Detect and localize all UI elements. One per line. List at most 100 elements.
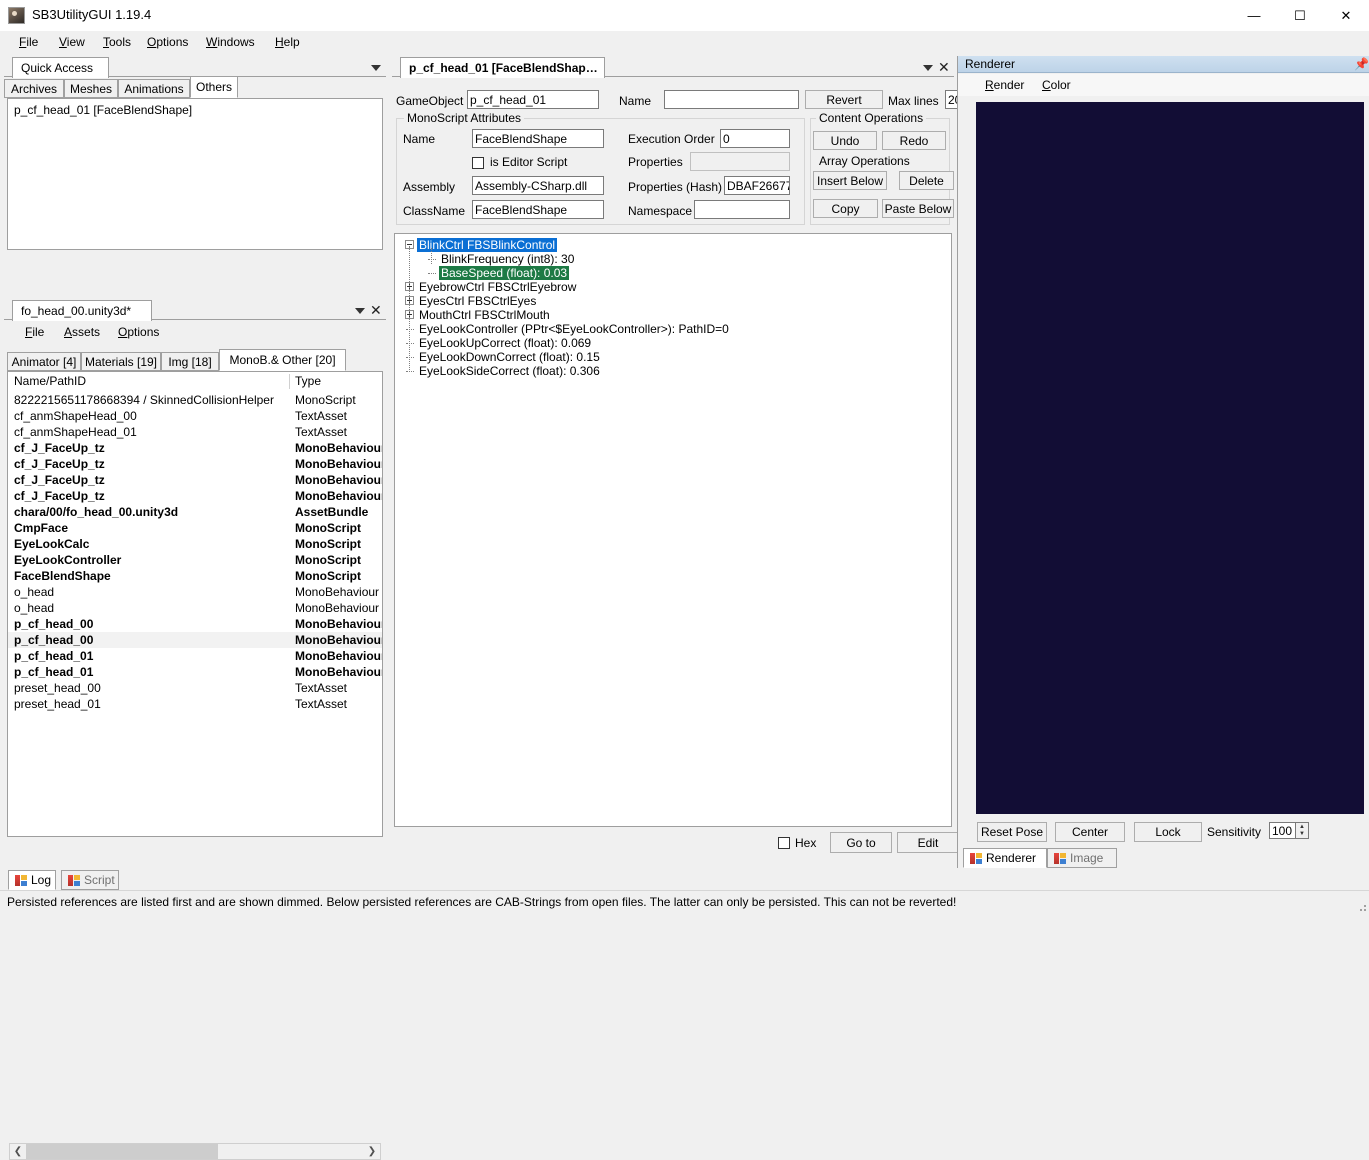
- pin-icon[interactable]: 📌: [1354, 57, 1369, 71]
- table-row[interactable]: p_cf_head_00 MonoBehaviour: [8, 616, 382, 632]
- menu-windows[interactable]: Windows: [197, 31, 264, 53]
- redo-button[interactable]: Redo: [882, 131, 946, 150]
- tree-node[interactable]: EyesCtrl FBSCtrlEyes: [395, 294, 951, 308]
- tab-meshes[interactable]: Meshes: [64, 79, 118, 98]
- undo-button[interactable]: Undo: [813, 131, 877, 150]
- table-row[interactable]: cf_J_FaceUp_tz MonoBehaviour: [8, 456, 382, 472]
- chevron-left-icon[interactable]: ❮: [10, 1144, 26, 1159]
- file-menu-options[interactable]: Options: [109, 321, 168, 343]
- tree-node[interactable]: EyeLookDownCorrect (float): 0.15: [395, 350, 951, 364]
- table-row[interactable]: cf_anmShapeHead_00 TextAsset: [8, 408, 382, 424]
- table-row[interactable]: preset_head_00 TextAsset: [8, 680, 382, 696]
- insert-below-button[interactable]: Insert Below: [813, 171, 887, 190]
- stepper-up-icon[interactable]: ▲: [1296, 823, 1308, 831]
- execution-order-field[interactable]: 0: [720, 129, 790, 148]
- table-row[interactable]: 8222215651178668394 / SkinnedCollisionHe…: [8, 392, 382, 408]
- lock-button[interactable]: Lock: [1134, 822, 1202, 842]
- tree-node[interactable]: BaseSpeed (float): 0.03: [395, 266, 951, 280]
- table-row[interactable]: o_head MonoBehaviour [8: [8, 584, 382, 600]
- quick-access-list[interactable]: p_cf_head_01 [FaceBlendShape]: [7, 98, 383, 250]
- close-icon[interactable]: ✕: [938, 60, 950, 74]
- menu-tools[interactable]: Tools: [94, 31, 140, 53]
- quick-access-tab[interactable]: Quick Access: [12, 57, 109, 78]
- namespace-field[interactable]: [694, 200, 790, 219]
- menu-options[interactable]: Options: [138, 31, 197, 53]
- renderer-viewport[interactable]: [976, 102, 1364, 814]
- table-row[interactable]: chara/00/fo_head_00.unity3d AssetBundle: [8, 504, 382, 520]
- table-row[interactable]: EyeLookController MonoScript: [8, 552, 382, 568]
- tree-node[interactable]: EyeLookSideCorrect (float): 0.306: [395, 364, 951, 378]
- tree-node[interactable]: MouthCtrl FBSCtrlMouth: [395, 308, 951, 322]
- minimize-button[interactable]: —: [1231, 0, 1277, 31]
- attr-classname-field[interactable]: FaceBlendShape: [472, 200, 604, 219]
- chevron-down-icon[interactable]: [371, 65, 381, 71]
- table-row[interactable]: EyeLookCalc MonoScript: [8, 536, 382, 552]
- tree-node[interactable]: BlinkCtrl FBSBlinkControl: [395, 238, 951, 252]
- renderer-menu-color[interactable]: Color: [1033, 74, 1080, 96]
- table-row[interactable]: cf_J_FaceUp_tz MonoBehaviour: [8, 440, 382, 456]
- attr-assembly-field[interactable]: Assembly-CSharp.dll: [472, 176, 604, 195]
- property-tree[interactable]: BlinkCtrl FBSBlinkControl BlinkFrequency …: [394, 233, 952, 827]
- tab-animations[interactable]: Animations: [118, 79, 190, 98]
- tab-others[interactable]: Others: [190, 76, 238, 98]
- editor-tab[interactable]: p_cf_head_01 [FaceBlendShap…: [400, 57, 605, 78]
- table-row[interactable]: cf_anmShapeHead_01 TextAsset: [8, 424, 382, 440]
- tab-renderer[interactable]: Renderer: [963, 848, 1047, 868]
- tab-animator[interactable]: Animator [4]: [7, 352, 81, 371]
- menu-help[interactable]: Help: [266, 31, 309, 53]
- menu-file[interactable]: File: [10, 31, 47, 53]
- attr-name-field[interactable]: FaceBlendShape: [472, 129, 604, 148]
- paste-below-button[interactable]: Paste Below: [882, 199, 954, 218]
- table-row[interactable]: cf_J_FaceUp_tz MonoBehaviour: [8, 488, 382, 504]
- delete-button[interactable]: Delete: [899, 171, 954, 190]
- chevron-right-icon[interactable]: ❯: [364, 1144, 380, 1159]
- tab-log[interactable]: Log: [8, 870, 56, 890]
- tree-node[interactable]: EyeLookUpCorrect (float): 0.069: [395, 336, 951, 350]
- scrollbar-thumb[interactable]: [26, 1144, 218, 1159]
- tab-img[interactable]: Img [18]: [161, 352, 219, 371]
- tree-node[interactable]: BlinkFrequency (int8): 30: [395, 252, 951, 266]
- column-separator[interactable]: [289, 374, 290, 389]
- stepper-down-icon[interactable]: ▼: [1296, 831, 1308, 839]
- goto-button[interactable]: Go to: [830, 832, 892, 853]
- table-row[interactable]: FaceBlendShape MonoScript: [8, 568, 382, 584]
- sensitivity-field[interactable]: 100: [1269, 822, 1296, 839]
- table-row[interactable]: CmpFace MonoScript: [8, 520, 382, 536]
- file-menu-assets[interactable]: Assets: [55, 321, 109, 343]
- resize-grip[interactable]: [1356, 901, 1366, 911]
- horizontal-scrollbar[interactable]: ❮ ❯: [9, 1143, 381, 1160]
- tree-node[interactable]: EyebrowCtrl FBSCtrlEyebrow: [395, 280, 951, 294]
- table-row[interactable]: o_head MonoBehaviour [8: [8, 600, 382, 616]
- file-panel-tab[interactable]: fo_head_00.unity3d*: [12, 300, 152, 321]
- sensitivity-stepper[interactable]: ▲ ▼: [1296, 822, 1309, 839]
- name-field[interactable]: [664, 90, 799, 109]
- table-row[interactable]: p_cf_head_01 MonoBehaviour: [8, 664, 382, 680]
- tab-image[interactable]: Image: [1047, 848, 1117, 868]
- renderer-menu-render[interactable]: Render: [976, 74, 1033, 96]
- table-row[interactable]: cf_J_FaceUp_tz MonoBehaviour: [8, 472, 382, 488]
- chevron-down-icon[interactable]: [355, 308, 365, 314]
- asset-list[interactable]: Name/PathID Type 8222215651178668394 / S…: [7, 371, 383, 837]
- edit-button[interactable]: Edit: [897, 832, 959, 853]
- revert-button[interactable]: Revert: [805, 90, 883, 109]
- table-row[interactable]: p_cf_head_00 MonoBehaviour: [8, 632, 382, 648]
- copy-button[interactable]: Copy: [813, 199, 878, 218]
- close-button[interactable]: ✕: [1323, 0, 1369, 31]
- close-icon[interactable]: ✕: [370, 303, 382, 317]
- tab-monob-other[interactable]: MonoB.& Other [20]: [219, 349, 346, 371]
- reset-pose-button[interactable]: Reset Pose: [977, 822, 1047, 842]
- file-menu-file[interactable]: File: [16, 321, 53, 343]
- tab-script[interactable]: Script: [61, 870, 119, 890]
- gameobject-field[interactable]: p_cf_head_01: [467, 90, 599, 109]
- properties-hash-field[interactable]: DBAF266774: [724, 176, 790, 195]
- table-row[interactable]: p_cf_head_01 MonoBehaviour: [8, 648, 382, 664]
- is-editor-script-checkbox[interactable]: [472, 157, 484, 169]
- hex-checkbox[interactable]: [778, 837, 790, 849]
- menu-view[interactable]: View: [50, 31, 94, 53]
- list-item[interactable]: p_cf_head_01 [FaceBlendShape]: [8, 102, 382, 118]
- tab-archives[interactable]: Archives: [4, 79, 64, 98]
- chevron-down-icon[interactable]: [923, 65, 933, 71]
- maximize-button[interactable]: ☐: [1277, 0, 1323, 31]
- tab-materials[interactable]: Materials [19]: [81, 352, 161, 371]
- tree-node[interactable]: EyeLookController (PPtr<$EyeLookControll…: [395, 322, 951, 336]
